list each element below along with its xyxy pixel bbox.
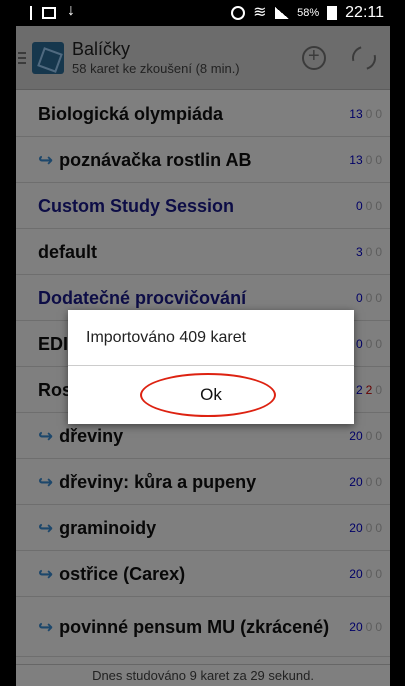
highlight-circle [140,373,276,417]
wifi-icon [253,2,267,22]
signal-icon [275,7,290,19]
alarm-icon [231,6,246,20]
screenshot-icon [42,7,56,19]
download-icon [66,2,80,20]
status-bar: 58% 22:11 [16,0,390,26]
import-dialog: Importováno 409 karet Ok [68,310,354,424]
usb-icon [30,6,32,20]
clock: 22:11 [345,4,384,21]
app-screen: 58% 22:11 Balíčky 58 karet ke zkoušení (… [16,0,390,686]
ok-button[interactable]: Ok [68,366,354,424]
battery-percent: 58% [297,7,320,19]
dialog-message: Importováno 409 karet [68,310,354,366]
battery-icon [327,6,338,20]
